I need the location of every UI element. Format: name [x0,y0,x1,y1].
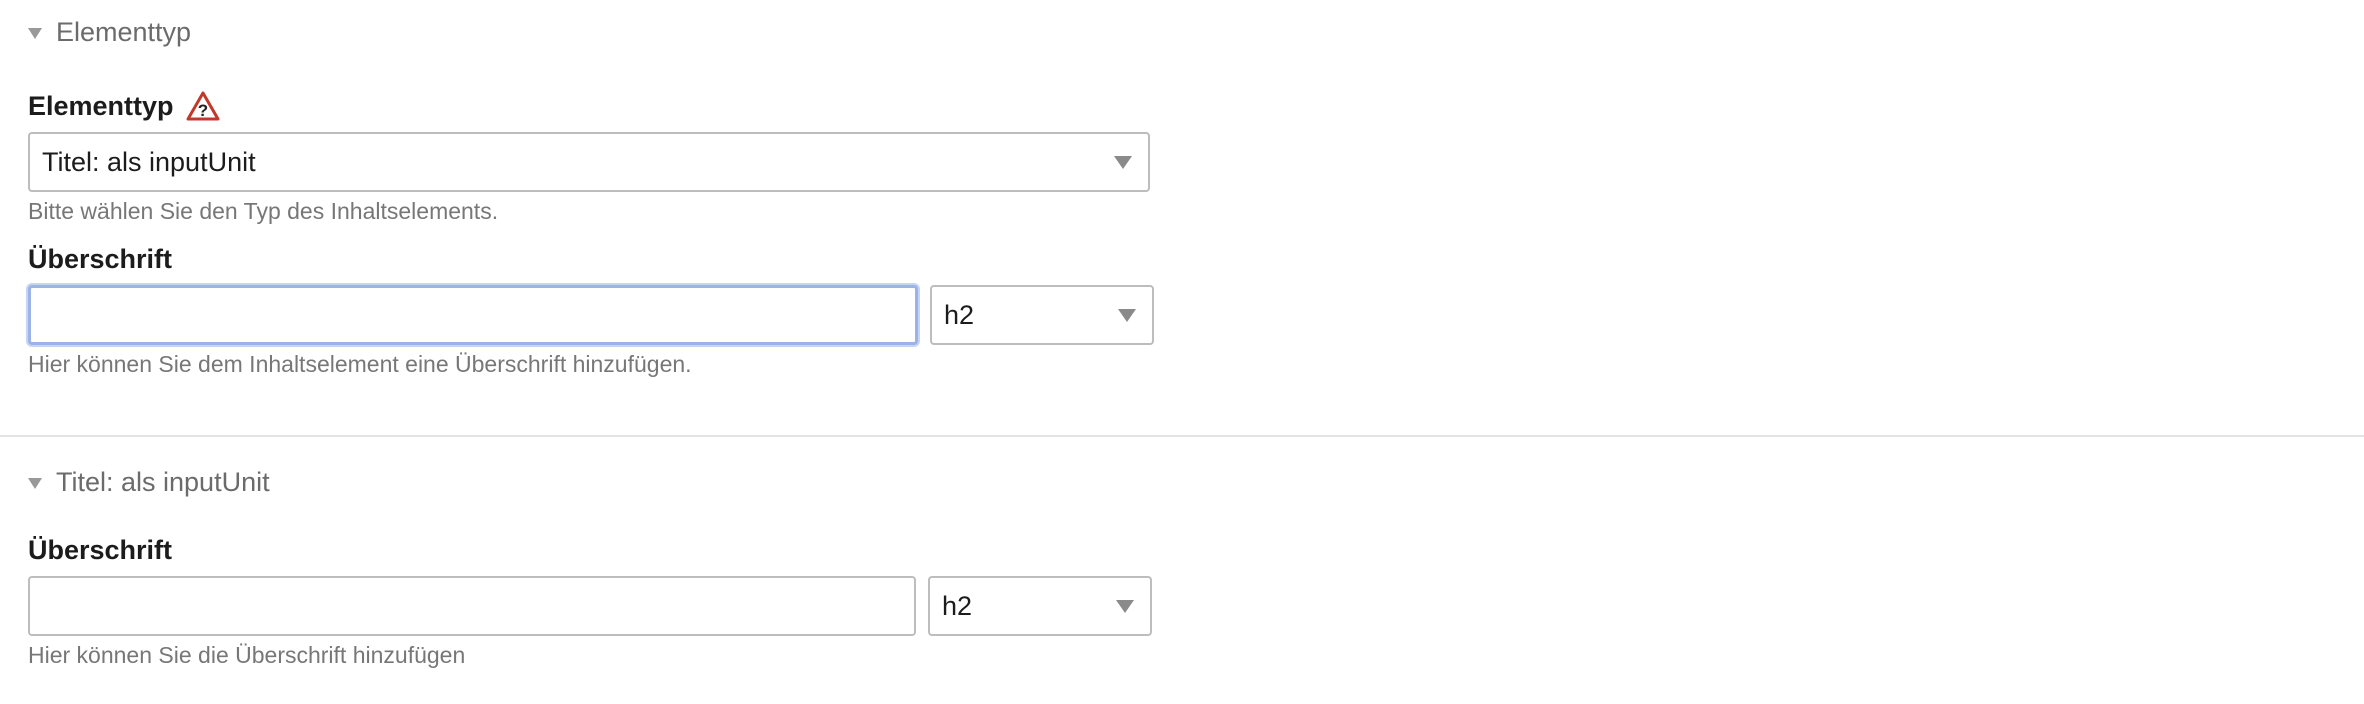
heading-input[interactable] [28,285,918,345]
heading-label: Überschrift [28,243,173,274]
legend-titel[interactable]: Titel: als inputUnit [28,450,2336,514]
heading-input-row: h2 [28,285,2336,345]
section-elementtyp: Elementtyp Elementtyp ? Titel: als input… [0,0,2364,435]
elementtyp-select[interactable]: Titel: als inputUnit [28,132,1150,192]
caret-down-icon [1118,309,1136,322]
legend-title: Elementtyp [56,16,192,47]
elementtyp-label-row: Elementtyp ? [28,88,2336,124]
elementtyp-selected-value: Titel: als inputUnit [42,146,256,177]
triangle-down-icon [28,477,42,489]
heading-level-value: h2 [944,299,975,330]
heading-label: Überschrift [28,534,173,565]
svg-text:?: ? [197,101,207,120]
heading-help: Hier können Sie dem Inhaltselement eine … [28,351,692,377]
heading-level-value: h2 [942,590,973,621]
legend-title: Titel: als inputUnit [56,466,270,497]
caret-down-icon [1116,600,1134,613]
heading-input[interactable] [28,576,916,636]
section-divider [0,435,2364,437]
section-titel: Titel: als inputUnit Überschrift h2 Hier… [0,450,2364,669]
triangle-down-icon [28,27,42,39]
elementtyp-help: Bitte wählen Sie den Typ des Inhaltselem… [28,198,499,224]
heading-level-select[interactable]: h2 [930,285,1154,345]
caret-down-icon [1114,156,1132,169]
heading-input-row: h2 [28,576,2336,636]
warning-triangle-question-icon[interactable]: ? [186,91,220,121]
legend-elementtyp[interactable]: Elementtyp [28,0,2336,64]
heading-label-row: Überschrift [28,241,2336,277]
heading-label-row: Überschrift [28,532,2336,568]
heading-help: Hier können Sie die Überschrift hinzufüg… [28,642,466,668]
heading-level-select[interactable]: h2 [928,576,1152,636]
elementtyp-label: Elementtyp [28,90,174,121]
